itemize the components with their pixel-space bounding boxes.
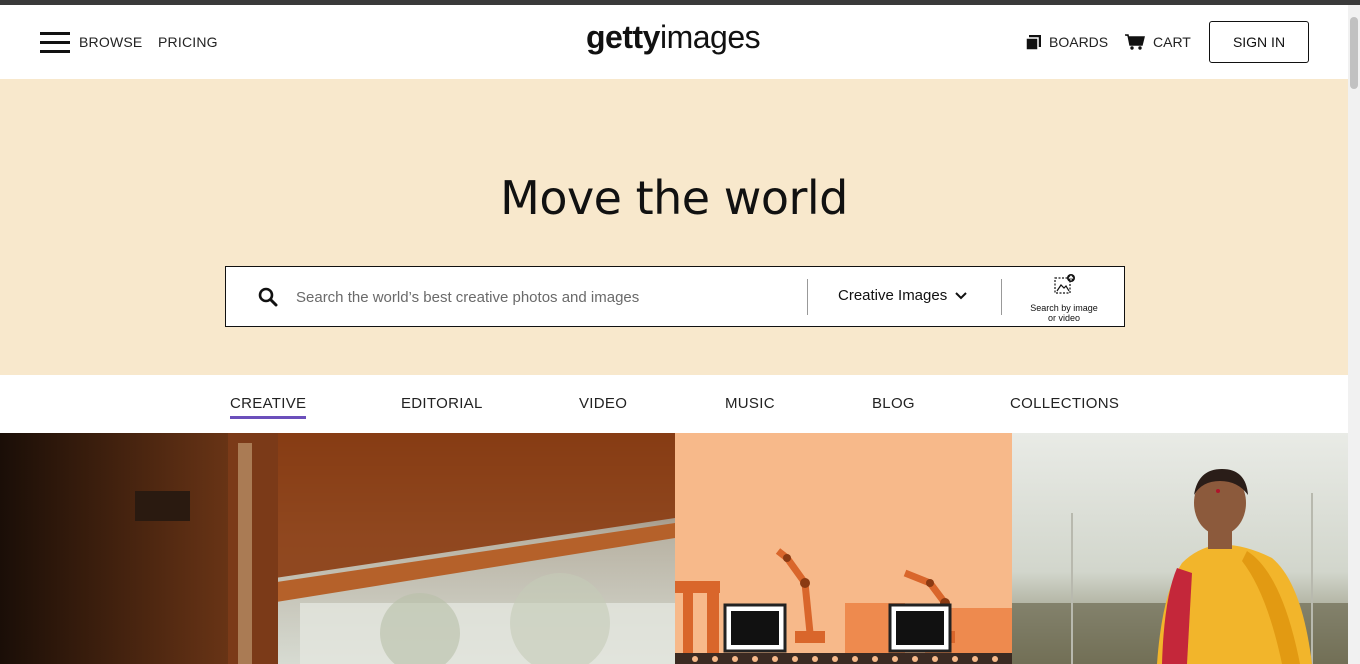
- cart-label: CART: [1153, 34, 1191, 50]
- tab-creative[interactable]: CREATIVE: [230, 395, 307, 419]
- cart-link[interactable]: CART: [1125, 34, 1191, 50]
- hamburger-menu-icon[interactable]: [40, 32, 70, 54]
- image-search-icon: [1054, 274, 1075, 294]
- search-by-image-button[interactable]: Search by image or video: [1004, 274, 1124, 323]
- getty-images-logo[interactable]: gettyimages: [586, 19, 761, 56]
- image-type-selected: Creative Images: [838, 287, 948, 304]
- logo-bold-text: getty: [586, 19, 660, 55]
- gallery-tile-robot-illustration[interactable]: [675, 433, 1012, 664]
- browse-link[interactable]: BROWSE: [79, 34, 142, 50]
- image-search-label-1: Search by image: [1030, 303, 1098, 313]
- site-header: BROWSE PRICING gettyimages BOARDS CART S…: [0, 5, 1348, 79]
- search-input[interactable]: [296, 281, 796, 313]
- boards-icon: [1026, 34, 1041, 50]
- tab-collections[interactable]: COLLECTIONS: [1010, 395, 1119, 416]
- gallery-tile-interior-photo[interactable]: [0, 433, 675, 664]
- interior-photo-image: [0, 433, 675, 664]
- boards-label: BOARDS: [1049, 34, 1109, 50]
- boards-link[interactable]: BOARDS: [1026, 34, 1108, 50]
- tab-editorial[interactable]: EDITORIAL: [401, 395, 483, 416]
- page-scrollbar[interactable]: [1348, 5, 1360, 664]
- tab-video[interactable]: VIDEO: [579, 395, 627, 416]
- search-divider-2: [1001, 279, 1002, 315]
- pricing-link[interactable]: PRICING: [158, 34, 218, 50]
- image-type-dropdown[interactable]: Creative Images: [838, 287, 967, 304]
- tab-music[interactable]: MUSIC: [725, 395, 775, 416]
- hero-title: Move the world: [500, 171, 848, 225]
- robot-illustration-image: [675, 433, 1012, 664]
- image-gallery: [0, 433, 1348, 664]
- woman-field-photo-image: [1012, 433, 1348, 664]
- hero-section: Move the world Creative Images Search by…: [0, 79, 1348, 375]
- sign-in-button[interactable]: SIGN IN: [1209, 21, 1309, 63]
- logo-light-text: images: [659, 19, 761, 55]
- cart-icon: [1125, 34, 1145, 50]
- gallery-tile-woman-field-photo[interactable]: [1012, 433, 1348, 664]
- tab-blog[interactable]: BLOG: [872, 395, 915, 416]
- search-bar: Creative Images Search by image or video: [225, 266, 1125, 327]
- search-divider: [807, 279, 808, 315]
- content-tabs: CREATIVE EDITORIAL VIDEO MUSIC BLOG COLL…: [0, 375, 1348, 433]
- search-icon[interactable]: [258, 287, 278, 307]
- chevron-down-icon: [955, 291, 967, 299]
- scrollbar-thumb[interactable]: [1350, 17, 1358, 89]
- image-search-label-2: or video: [1047, 313, 1081, 323]
